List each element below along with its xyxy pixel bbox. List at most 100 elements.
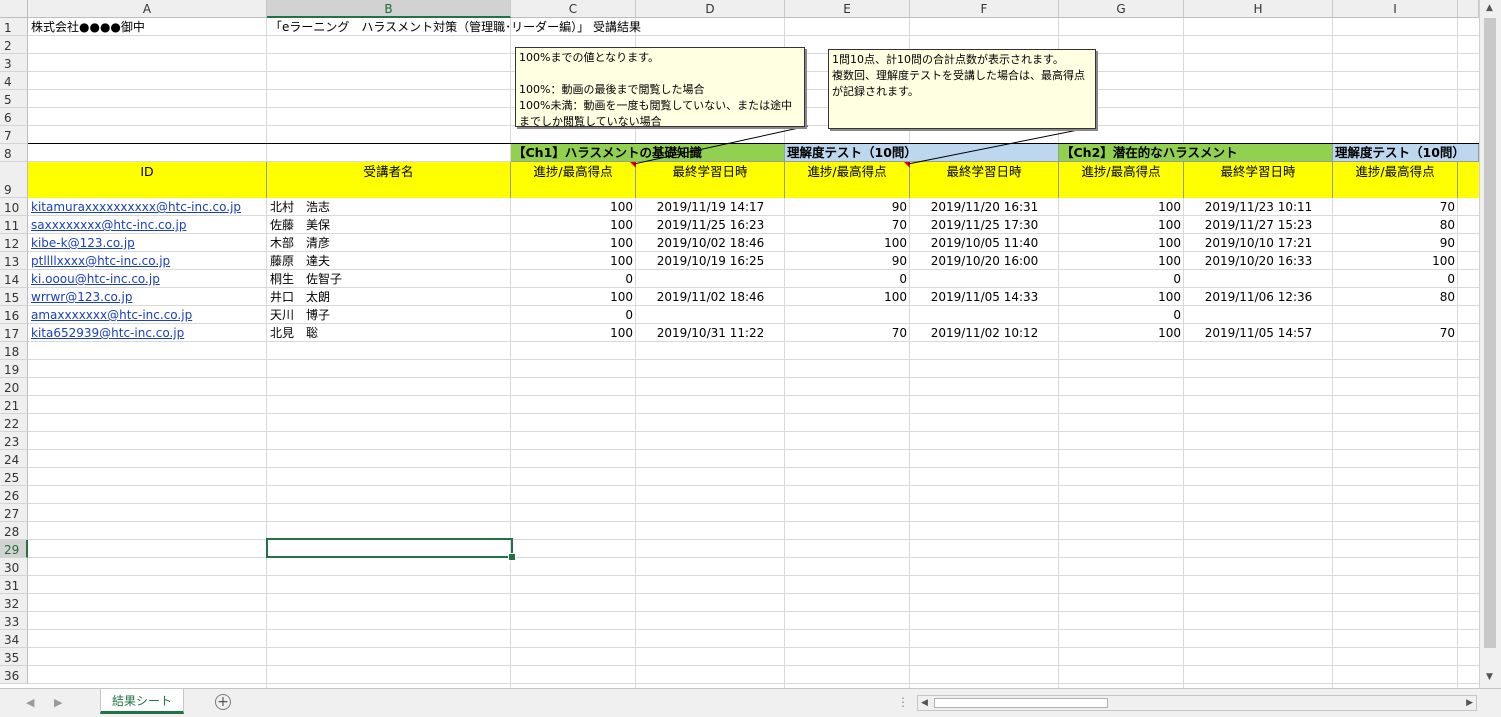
cell-i[interactable]: 100 [1333, 252, 1458, 270]
column-header-e[interactable]: E [785, 0, 910, 18]
cell-f[interactable]: 2019/11/02 10:12 [910, 324, 1059, 342]
column-header-next[interactable] [1458, 0, 1479, 18]
cell-a1[interactable]: 株式会社●●●●御中 [28, 18, 148, 36]
row-header-13[interactable]: 13 [0, 252, 28, 270]
cell-i[interactable]: 70 [1333, 198, 1458, 216]
row-header-6[interactable]: 6 [0, 108, 28, 126]
column-header-b[interactable]: B [267, 0, 511, 18]
row-header-22[interactable]: 22 [0, 414, 28, 432]
cell-c[interactable]: 0 [511, 270, 636, 288]
cell-f[interactable]: 2019/11/25 17:30 [910, 216, 1059, 234]
cell-c[interactable]: 100 [511, 252, 636, 270]
cell-h[interactable]: 2019/10/10 17:21 [1184, 234, 1333, 252]
header-score-test1[interactable]: 進捗/最高得点 [785, 162, 910, 198]
next-sheet-icon[interactable]: ▶ [54, 696, 62, 709]
cell-i[interactable]: 80 [1333, 216, 1458, 234]
cell-b1[interactable]: 「eラーニング ハラスメント対策（管理職･リーダー編）」 受講結果 [267, 18, 644, 36]
column-header-g[interactable]: G [1059, 0, 1184, 18]
cell-id-link[interactable]: saxxxxxxxx@htc-inc.co.jp [28, 216, 267, 234]
cell-g[interactable]: 100 [1059, 216, 1184, 234]
cell-name[interactable]: 井口 太朗 [267, 288, 511, 306]
cell-name[interactable]: 北村 浩志 [267, 198, 511, 216]
row-header-20[interactable]: 20 [0, 378, 28, 396]
horizontal-scrollbar[interactable]: ◀ ▶ [917, 695, 1477, 711]
row-header-18[interactable]: 18 [0, 342, 28, 360]
cell-e[interactable]: 70 [785, 216, 910, 234]
row-header-26[interactable]: 26 [0, 486, 28, 504]
cell-id-link[interactable]: kitamuraxxxxxxxxxx@htc-inc.co.jp [28, 198, 267, 216]
row-header-36[interactable]: 36 [0, 666, 28, 684]
active-cell-selection[interactable] [266, 538, 513, 558]
row-header-2[interactable]: 2 [0, 36, 28, 54]
horizontal-scroll-thumb[interactable] [934, 698, 1108, 708]
comment-box-test[interactable]: 1問10点、計10問の合計点数が表示されます。 複数回、理解度テストを受講した場… [828, 49, 1096, 129]
row-header-15[interactable]: 15 [0, 288, 28, 306]
cell-id-link[interactable]: kibe-k@123.co.jp [28, 234, 267, 252]
cell-name[interactable]: 佐藤 美保 [267, 216, 511, 234]
cell-name[interactable]: 木部 清彦 [267, 234, 511, 252]
row-header-3[interactable]: 3 [0, 54, 28, 72]
cell-id-link[interactable]: ki.ooou@htc-inc.co.jp [28, 270, 267, 288]
header-progress-ch2[interactable]: 進捗/最高得点 [1059, 162, 1184, 198]
cell-f[interactable]: 2019/10/05 11:40 [910, 234, 1059, 252]
cell-c[interactable]: 0 [511, 306, 636, 324]
row-header-1[interactable]: 1 [0, 18, 28, 36]
column-header-f[interactable]: F [910, 0, 1059, 18]
cell-c[interactable]: 100 [511, 324, 636, 342]
row-header-14[interactable]: 14 [0, 270, 28, 288]
cell-id-link[interactable]: wrrwr@123.co.jp [28, 288, 267, 306]
cell-c[interactable]: 100 [511, 288, 636, 306]
cell-e[interactable]: 0 [785, 270, 910, 288]
cell-g[interactable]: 0 [1059, 270, 1184, 288]
cell-i[interactable]: 70 [1333, 324, 1458, 342]
scroll-right-icon[interactable]: ▶ [1466, 698, 1473, 708]
row-header-31[interactable]: 31 [0, 576, 28, 594]
cell-c[interactable]: 100 [511, 216, 636, 234]
group-header-test2[interactable]: 理解度テスト（10問） [1333, 144, 1479, 162]
cell-f[interactable]: 2019/10/20 16:00 [910, 252, 1059, 270]
vertical-scrollbar[interactable]: ▲ ▼ [1479, 0, 1501, 688]
cell-g[interactable]: 100 [1059, 324, 1184, 342]
split-handle-icon[interactable]: ⋮ [897, 695, 909, 709]
row-header-7[interactable]: 7 [0, 126, 28, 144]
cell-e[interactable]: 100 [785, 234, 910, 252]
row-header-34[interactable]: 34 [0, 630, 28, 648]
header-blank-j[interactable] [1458, 162, 1479, 198]
column-header-d[interactable]: D [636, 0, 785, 18]
row-header-32[interactable]: 32 [0, 594, 28, 612]
group-header-test1[interactable]: 理解度テスト（10問） [785, 144, 1059, 162]
comment-box-progress[interactable]: 100%までの値となります。 100%：動画の最後まで閲覧した場合 100%未満… [515, 47, 805, 128]
cell-d[interactable]: 2019/10/19 16:25 [636, 252, 785, 270]
select-all-corner[interactable] [0, 0, 28, 18]
row-header-28[interactable]: 28 [0, 522, 28, 540]
cell-i[interactable]: 90 [1333, 234, 1458, 252]
vertical-scroll-thumb[interactable] [1484, 18, 1496, 648]
column-header-h[interactable]: H [1184, 0, 1333, 18]
row-header-8[interactable]: 8 [0, 144, 28, 162]
row-header-17[interactable]: 17 [0, 324, 28, 342]
row-header-19[interactable]: 19 [0, 360, 28, 378]
cell-id-link[interactable]: amaxxxxxxx@htc-inc.co.jp [28, 306, 267, 324]
row-header-21[interactable]: 21 [0, 396, 28, 414]
header-date-ch2[interactable]: 最終学習日時 [1184, 162, 1333, 198]
header-name[interactable]: 受講者名 [267, 162, 511, 198]
cell-i[interactable]: 80 [1333, 288, 1458, 306]
cell-d[interactable]: 2019/11/25 16:23 [636, 216, 785, 234]
cell-g[interactable]: 100 [1059, 288, 1184, 306]
cell-g[interactable]: 100 [1059, 234, 1184, 252]
fill-handle[interactable] [508, 553, 516, 561]
cell-name[interactable]: 天川 博子 [267, 306, 511, 324]
cell-d[interactable]: 2019/10/31 11:22 [636, 324, 785, 342]
cell-f[interactable]: 2019/11/20 16:31 [910, 198, 1059, 216]
cell-name[interactable]: 藤原 達夫 [267, 252, 511, 270]
cell-d[interactable]: 2019/10/02 18:46 [636, 234, 785, 252]
cell-f[interactable]: 2019/11/05 14:33 [910, 288, 1059, 306]
row-header-23[interactable]: 23 [0, 432, 28, 450]
column-header-i[interactable]: I [1333, 0, 1458, 18]
cell-i[interactable]: 0 [1333, 270, 1458, 288]
column-header-a[interactable]: A [28, 0, 267, 18]
header-score-test2[interactable]: 進捗/最高得点 [1333, 162, 1458, 198]
sheet-tab-results[interactable]: 結果シート [100, 689, 184, 714]
cell-c[interactable]: 100 [511, 234, 636, 252]
header-progress-ch1[interactable]: 進捗/最高得点 [511, 162, 636, 198]
